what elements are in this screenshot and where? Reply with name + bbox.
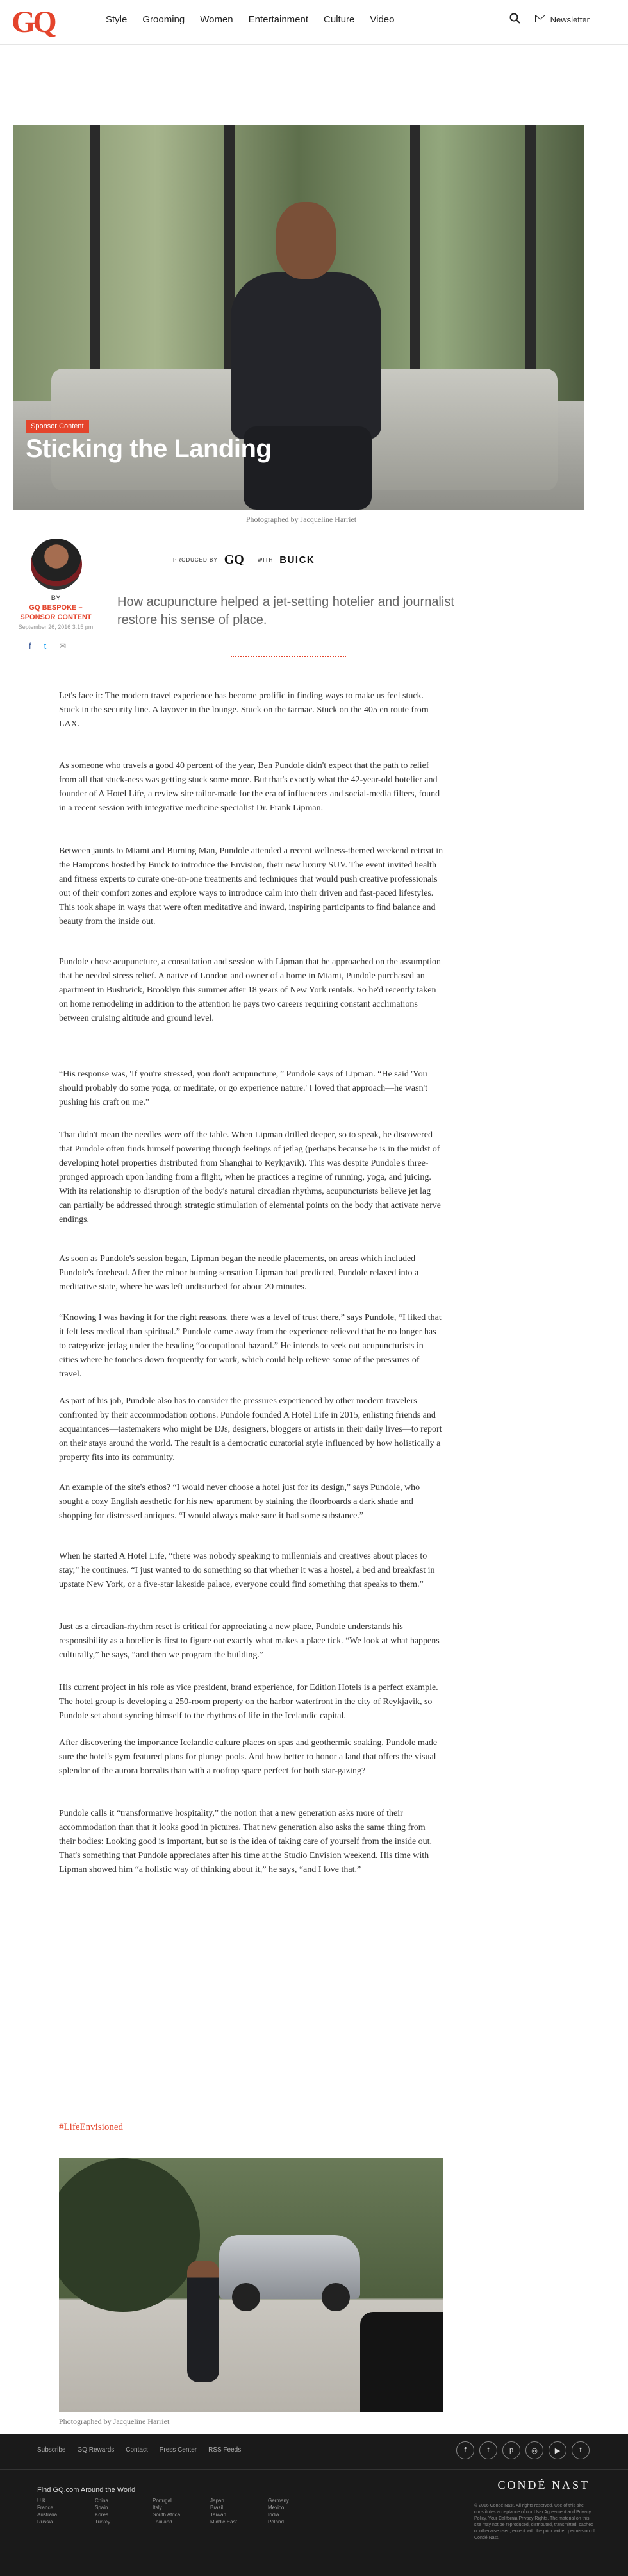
intl-link[interactable]: Italy [153, 2505, 210, 2511]
byline-prefix: BY [51, 594, 61, 602]
intl-link[interactable]: Turkey [95, 2519, 153, 2525]
byline: BY GQ BESPOKE – SPONSOR CONTENT Septembe… [14, 594, 97, 632]
divider [231, 656, 346, 657]
intl-title: Find GQ.com Around the World [37, 2486, 136, 2494]
footer-social: f t p ◎ ▶ t [456, 2441, 590, 2459]
article-dek: How acupuncture helped a jet-setting hot… [117, 595, 454, 627]
paragraph: “His response was, 'If you're stressed, … [59, 1069, 427, 1107]
intl-link[interactable]: Middle East [210, 2519, 268, 2525]
intl-link[interactable]: Japan [210, 2498, 268, 2504]
facebook-icon[interactable]: f [29, 641, 31, 651]
youtube-icon[interactable]: ▶ [549, 2441, 566, 2459]
footer-links: Subscribe GQ Rewards Contact Press Cente… [37, 2446, 241, 2454]
paragraph: That didn't mean the needles were off th… [59, 1130, 441, 1225]
footer-link-subscribe[interactable]: Subscribe [37, 2446, 65, 2454]
intl-link[interactable]: Brazil [210, 2505, 268, 2511]
intl-link[interactable]: South Africa [153, 2512, 210, 2518]
nav-link-entertainment[interactable]: Entertainment [249, 14, 308, 25]
conde-nast-logo[interactable]: CONDÉ NAST [497, 2479, 590, 2492]
legal-text: © 2016 Condé Nast. All rights reserved. … [474, 2504, 595, 2540]
footer-link-rewards[interactable]: GQ Rewards [77, 2446, 114, 2454]
nav-link-grooming[interactable]: Grooming [142, 14, 185, 25]
footer-link-rss[interactable]: RSS Feeds [208, 2446, 241, 2454]
produced-by-banner: PRODUCED BY GQ WITH BUICK [173, 553, 315, 567]
intl-link[interactable]: Spain [95, 2505, 153, 2511]
twitter-icon[interactable]: t [479, 2441, 497, 2459]
intl-link[interactable]: China [95, 2498, 153, 2504]
paragraph: Pundole calls it “transformative hospita… [59, 1809, 433, 1875]
produced-by-label: PRODUCED BY [173, 557, 218, 563]
nav-link-culture[interactable]: Culture [324, 14, 354, 25]
sponsor-content-tag: Sponsor Content [26, 420, 89, 433]
intl-link[interactable]: India [268, 2512, 326, 2518]
paragraph: When he started A Hotel Life, “there was… [59, 1551, 435, 1589]
intl-link[interactable]: Mexico [268, 2505, 326, 2511]
hashtag-link[interactable]: #LifeEnvisioned [59, 2122, 123, 2133]
intl-link[interactable]: Russia [37, 2519, 95, 2525]
email-icon[interactable]: ✉ [59, 641, 66, 651]
intl-editions: U.K. China Portugal Japan Germany France… [37, 2498, 326, 2525]
tumblr-icon[interactable]: t [572, 2441, 590, 2459]
social-share: f t ✉ [29, 641, 66, 651]
instagram-icon[interactable]: ◎ [525, 2441, 543, 2459]
gq-logo[interactable]: GQ [12, 7, 88, 38]
produced-with-label: WITH [257, 557, 274, 563]
paragraph: An example of the site's ethos? “I would… [59, 1483, 420, 1521]
paragraph: Let's face it: The modern travel experie… [59, 691, 429, 729]
nav-link-style[interactable]: Style [106, 14, 127, 25]
footer-link-press[interactable]: Press Center [160, 2446, 197, 2454]
twitter-icon[interactable]: t [44, 641, 47, 651]
nav-links: Style Grooming Women Entertainment Cultu… [106, 14, 394, 25]
search-icon[interactable] [509, 13, 521, 26]
nav-right: Newsletter [509, 13, 590, 26]
newsletter-label: Newsletter [550, 15, 590, 24]
buick-logo: BUICK [279, 555, 315, 565]
paragraph: Pundole chose acupuncture, a consultatio… [59, 957, 442, 1023]
author-name[interactable]: GQ BESPOKE – SPONSOR CONTENT [14, 603, 97, 623]
facebook-icon[interactable]: f [456, 2441, 474, 2459]
produced-by-gq-logo: GQ [224, 553, 244, 567]
author-avatar [31, 539, 82, 590]
intl-link[interactable]: Taiwan [210, 2512, 268, 2518]
paragraph: Between jaunts to Miami and Burning Man,… [59, 846, 443, 926]
intl-link[interactable]: Portugal [153, 2498, 210, 2504]
intl-link[interactable]: Australia [37, 2512, 95, 2518]
intl-link[interactable]: Korea [95, 2512, 153, 2518]
hero-caption: Photographed by Jacqueline Harriet [245, 515, 357, 524]
nav-link-women[interactable]: Women [200, 14, 233, 25]
intl-link[interactable]: France [37, 2505, 95, 2511]
paragraph: After discovering the importance Iceland… [59, 1738, 438, 1776]
intl-link[interactable]: Thailand [153, 2519, 210, 2525]
article-photo [59, 2158, 443, 2412]
photo-caption: Photographed by Jacqueline Harriet [59, 2417, 170, 2426]
paragraph: As part of his job, Pundole also has to … [59, 1396, 442, 1462]
article-title: Sticking the Landing [26, 435, 272, 463]
envelope-icon [534, 15, 545, 24]
paragraph: As soon as Pundole's session began, Lipm… [59, 1254, 419, 1292]
paragraph: “Knowing I was having it for the right r… [59, 1313, 442, 1379]
top-nav: GQ Style Grooming Women Entertainment Cu… [0, 0, 628, 45]
paragraph: His current project in his role as vice … [59, 1683, 438, 1721]
intl-link[interactable]: U.K. [37, 2498, 95, 2504]
newsletter-button[interactable]: Newsletter [534, 15, 590, 24]
footer-link-contact[interactable]: Contact [126, 2446, 147, 2454]
publish-date: September 26, 2016 3:15 pm [18, 624, 94, 630]
paragraph: As someone who travels a good 40 percent… [59, 761, 440, 813]
pinterest-icon[interactable]: p [502, 2441, 520, 2459]
paragraph: Just as a circadian-rhythm reset is crit… [59, 1622, 440, 1660]
intl-link[interactable]: Germany [268, 2498, 326, 2504]
footer: Subscribe GQ Rewards Contact Press Cente… [0, 2434, 628, 2576]
nav-link-video[interactable]: Video [370, 14, 394, 25]
intl-link[interactable]: Poland [268, 2519, 326, 2525]
